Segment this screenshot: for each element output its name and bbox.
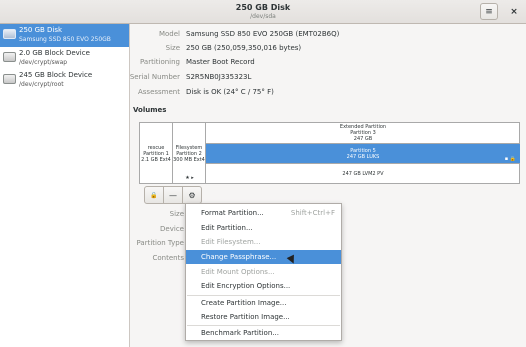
window-subtitle: /dev/sda: [250, 13, 276, 20]
size-value: 250 GB (250,059,350,016 bytes): [186, 44, 302, 52]
model-label: Model: [158, 30, 180, 38]
menu-item-label: Change Passphrase...: [201, 253, 277, 261]
menu-item-edit-partition[interactable]: Edit Partition...: [186, 221, 341, 235]
menu-item-format-partition[interactable]: Format Partition... Shift+Ctrl+F: [186, 206, 341, 220]
partition-rescue[interactable]: rescue Partition 1 2.1 GB Ext4: [140, 123, 173, 184]
menu-item-label: Edit Filesystem...: [201, 238, 261, 246]
close-button[interactable]: ×: [506, 4, 522, 20]
lock-icon: 🔒: [150, 191, 158, 199]
menu-button[interactable]: ≡: [480, 3, 498, 20]
menu-item-edit-filesystem: Edit Filesystem...: [186, 235, 341, 249]
model-value: Samsung SSD 850 EVO 250GB (EMT02B6Q): [186, 30, 340, 38]
volume-size-label: Size: [169, 210, 184, 218]
minus-icon: —: [169, 190, 177, 200]
volumes-heading: Volumes: [133, 106, 167, 114]
menu-item-label: Edit Encryption Options...: [201, 282, 291, 290]
assessment-value: Disk is OK (24° C / 75° F): [186, 88, 274, 96]
volume-device-label: Device: [160, 225, 184, 233]
lvm-physical-volume[interactable]: 247 GB LVM2 PV: [206, 164, 520, 184]
volume-toolbar: 🔒 — ⚙: [144, 186, 202, 204]
gears-icon: ⚙: [188, 190, 196, 200]
menu-item-edit-mount-options: Edit Mount Options...: [186, 265, 341, 279]
assessment-label: Assessment: [138, 88, 180, 96]
partition-filesystem-size: 300 MB Ext4: [173, 157, 205, 163]
partition-rescue-size: 2.1 GB Ext4: [141, 157, 171, 163]
partitioning-label: Partitioning: [140, 58, 180, 66]
sidebar-item-sublabel: /dev/crypt/root: [19, 81, 64, 88]
menu-item-label: Edit Mount Options...: [201, 268, 275, 276]
menu-item-restore-partition-image[interactable]: Restore Partition Image...: [186, 310, 341, 324]
partition-options-button[interactable]: ⚙: [182, 186, 202, 204]
menu-item-change-passphrase[interactable]: Change Passphrase...: [186, 250, 341, 264]
lock-button[interactable]: 🔒: [144, 186, 164, 204]
menu-item-create-partition-image[interactable]: Create Partition Image...: [186, 296, 341, 310]
lvm-label: 247 GB LVM2 PV: [342, 171, 384, 177]
menu-item-label: Create Partition Image...: [201, 299, 287, 307]
extended-partition[interactable]: Extended Partition Partition 3 247 GB: [206, 123, 520, 144]
menu-item-label: Restore Partition Image...: [201, 313, 290, 321]
menu-item-label: Edit Partition...: [201, 224, 253, 232]
menu-item-benchmark-partition[interactable]: Benchmark Partition...: [186, 326, 341, 340]
window-title: 250 GB Disk: [235, 3, 291, 12]
extended-partition-size: 247 GB: [353, 136, 373, 142]
serial-number-label: Serial Number: [129, 73, 180, 81]
volumes-graph: rescue Partition 1 2.1 GB Ext4 Filesyste…: [139, 122, 520, 184]
partition-filesystem[interactable]: Filesystem Partition 2 300 MB Ext4 ★ ▸: [173, 123, 206, 184]
close-icon: ×: [510, 7, 518, 17]
menu-item-accelerator: Shift+Ctrl+F: [290, 209, 335, 217]
menu-item-label: Format Partition...: [201, 209, 264, 217]
filesystem-marker-icons: ★ ▸: [185, 175, 194, 181]
volume-contents-label: Contents: [152, 254, 185, 262]
delete-partition-button[interactable]: —: [163, 186, 183, 204]
hamburger-menu-icon: ≡: [485, 6, 493, 17]
serial-number-value: S2R5NB0J335323L: [186, 73, 252, 81]
menu-item-label: Benchmark Partition...: [201, 329, 279, 337]
partition-5-status-icons: ▪ 🔒: [504, 156, 516, 162]
menu-item-edit-encryption-options[interactable]: Edit Encryption Options...: [186, 279, 341, 293]
title-bar: 250 GB Disk /dev/sda ≡ ×: [0, 0, 526, 24]
volume-partition-type-label: Partition Type: [136, 239, 184, 247]
partitioning-value: Master Boot Record: [186, 58, 255, 66]
partition-5-luks[interactable]: Partition 5 247 GB LUKS ▪ 🔒: [206, 144, 520, 164]
size-label: Size: [165, 44, 180, 52]
partition-5-size: 247 GB LUKS: [346, 154, 380, 160]
partition-options-menu: Format Partition... Shift+Ctrl+F Edit Pa…: [185, 203, 342, 341]
